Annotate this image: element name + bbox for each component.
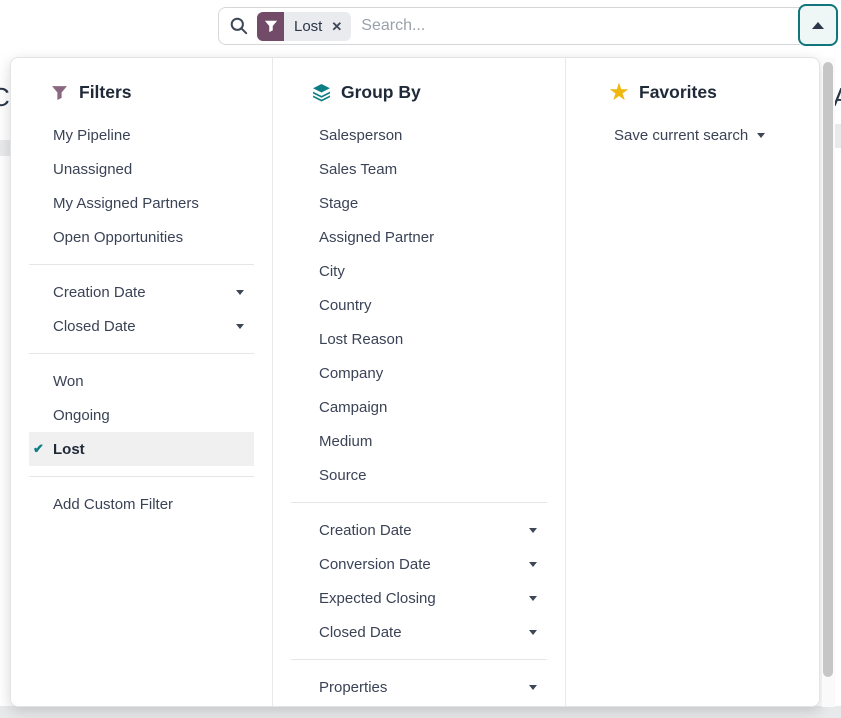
search-icon <box>229 16 249 36</box>
item-label: Closed Date <box>319 624 402 641</box>
groupby-item-stage[interactable]: Stage <box>291 186 547 220</box>
favorites-header: ★ Favorites <box>591 80 801 104</box>
filter-item-lost[interactable]: ✔ Lost <box>29 432 254 466</box>
filter-item-closed-date[interactable]: Closed Date <box>29 309 254 343</box>
layers-icon <box>311 83 331 102</box>
search-options-dropdown: Filters My Pipeline Unassigned My Assign… <box>10 57 820 707</box>
check-icon: ✔ <box>33 441 44 457</box>
caret-down-icon <box>529 562 537 567</box>
groupby-item-sales-team[interactable]: Sales Team <box>291 152 547 186</box>
group-by-title: Group By <box>341 82 421 103</box>
divider <box>29 353 254 354</box>
search-input[interactable] <box>361 17 794 35</box>
caret-down-icon <box>529 528 537 533</box>
filter-item-won[interactable]: Won <box>29 364 254 398</box>
search-facet-lost: Lost ✕ <box>257 12 351 41</box>
scrollbar-track[interactable] <box>822 58 835 707</box>
item-label: Conversion Date <box>319 556 431 573</box>
caret-down-icon <box>529 685 537 690</box>
groupby-item-source[interactable]: Source <box>291 458 547 492</box>
scrollbar-thumb[interactable] <box>823 62 833 677</box>
facet-label: Lost <box>294 18 322 35</box>
filter-item-unassigned[interactable]: Unassigned <box>29 152 254 186</box>
divider <box>29 476 254 477</box>
item-label: Lost <box>53 441 85 458</box>
groupby-item-expected-closing[interactable]: Expected Closing <box>291 581 547 615</box>
group-by-header: Group By <box>291 80 547 104</box>
groupby-item-medium[interactable]: Medium <box>291 424 547 458</box>
filter-item-ongoing[interactable]: Ongoing <box>29 398 254 432</box>
caret-down-icon <box>757 133 765 138</box>
groupby-item-country[interactable]: Country <box>291 288 547 322</box>
filters-menu: My Pipeline Unassigned My Assigned Partn… <box>29 118 254 521</box>
favorites-column: ★ Favorites Save current search <box>566 58 819 706</box>
divider <box>291 659 547 660</box>
facet-remove-icon[interactable]: ✕ <box>331 20 342 33</box>
background-band-left <box>0 140 10 156</box>
item-label: Properties <box>319 679 387 696</box>
groupby-item-salesperson[interactable]: Salesperson <box>291 118 547 152</box>
caret-down-icon <box>529 596 537 601</box>
caret-up-icon <box>812 22 824 29</box>
filter-item-creation-date[interactable]: Creation Date <box>29 275 254 309</box>
groupby-item-properties[interactable]: Properties <box>291 670 547 704</box>
filters-header: Filters <box>29 80 254 104</box>
item-label: Creation Date <box>319 522 412 539</box>
groupby-item-conversion-date[interactable]: Conversion Date <box>291 547 547 581</box>
groupby-item-assigned-partner[interactable]: Assigned Partner <box>291 220 547 254</box>
groupby-item-lost-reason[interactable]: Lost Reason <box>291 322 547 356</box>
search-options-toggle-button[interactable] <box>798 4 838 46</box>
page-background-strip <box>0 706 841 718</box>
caret-down-icon <box>236 324 244 329</box>
groupby-item-city[interactable]: City <box>291 254 547 288</box>
favorites-menu: Save current search <box>591 118 801 152</box>
star-icon: ★ <box>609 82 629 103</box>
funnel-icon <box>257 12 284 41</box>
favorites-item-save-current-search[interactable]: Save current search <box>591 118 801 152</box>
divider <box>291 502 547 503</box>
groupby-item-company[interactable]: Company <box>291 356 547 390</box>
filters-title: Filters <box>79 82 132 103</box>
groupby-item-campaign[interactable]: Campaign <box>291 390 547 424</box>
caret-down-icon <box>529 630 537 635</box>
group-by-menu: Salesperson Sales Team Stage Assigned Pa… <box>291 118 547 704</box>
filter-item-open-opportunities[interactable]: Open Opportunities <box>29 220 254 254</box>
item-label: Creation Date <box>53 284 146 301</box>
funnel-icon <box>49 84 69 101</box>
filter-item-add-custom-filter[interactable]: Add Custom Filter <box>29 487 254 521</box>
filter-item-my-assigned-partners[interactable]: My Assigned Partners <box>29 186 254 220</box>
item-label: Expected Closing <box>319 590 436 607</box>
group-by-column: Group By Salesperson Sales Team Stage As… <box>273 58 566 706</box>
groupby-item-creation-date[interactable]: Creation Date <box>291 513 547 547</box>
item-label: Closed Date <box>53 318 136 335</box>
divider <box>29 264 254 265</box>
filters-column: Filters My Pipeline Unassigned My Assign… <box>11 58 273 706</box>
background-text-fragment-left: C <box>0 82 10 113</box>
background-band-right <box>835 124 841 148</box>
caret-down-icon <box>236 290 244 295</box>
filter-item-my-pipeline[interactable]: My Pipeline <box>29 118 254 152</box>
favorites-title: Favorites <box>639 82 717 103</box>
item-label: Save current search <box>614 127 748 144</box>
groupby-item-closed-date[interactable]: Closed Date <box>291 615 547 649</box>
search-bar: Lost ✕ <box>218 7 800 45</box>
